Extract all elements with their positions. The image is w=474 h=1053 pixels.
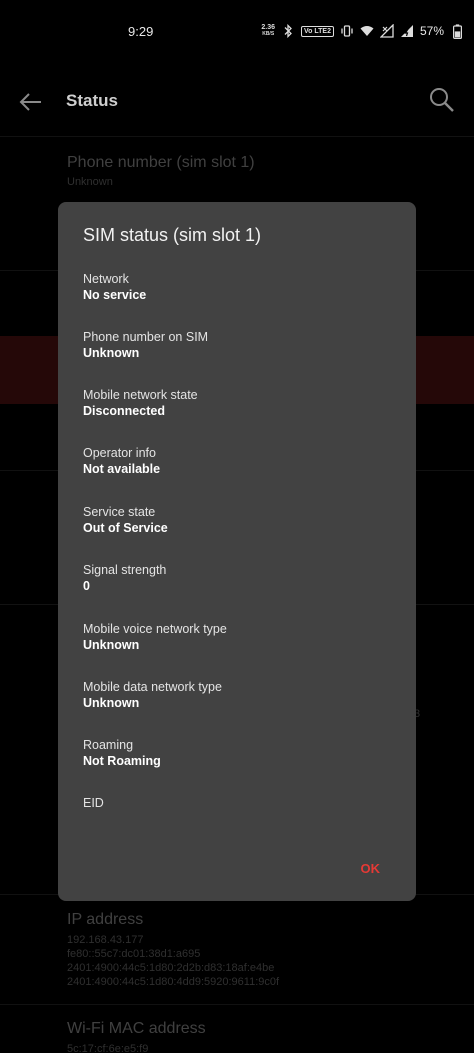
net-speed-value: 2.36 xyxy=(261,24,275,31)
search-button[interactable] xyxy=(426,84,458,116)
list-item-subtitle: 5c:17:cf:6e:e5:f9 xyxy=(67,1043,149,1053)
list-item-subtitle: 2401:4900:44c5:1d80:4dd9:5920:9611:9c0f xyxy=(67,976,280,988)
list-item-title: IP address xyxy=(67,911,144,928)
field-label: Mobile network state xyxy=(83,388,198,402)
field-data-network-type: Mobile data network type Unknown xyxy=(83,679,383,712)
vibrate-icon xyxy=(340,24,354,38)
sim-status-dialog: SIM status (sim slot 1) Network No servi… xyxy=(58,202,416,901)
battery-icon xyxy=(450,23,464,39)
field-value: No service xyxy=(83,288,147,302)
volte-icon: Vo LTE2 xyxy=(301,25,334,37)
field-value: Disconnected xyxy=(83,404,165,418)
field-label: Service state xyxy=(83,505,156,519)
bluetooth-icon xyxy=(281,24,295,38)
status-bar: 9:29 2.36 KB/S Vo LTE2 57% xyxy=(0,0,474,64)
field-label: Mobile voice network type xyxy=(83,622,227,636)
net-speed-unit: KB/S xyxy=(262,31,275,37)
field-label: Network xyxy=(83,272,129,286)
field-signal-strength: Signal strength 0 xyxy=(83,562,383,595)
dialog-title: SIM status (sim slot 1) xyxy=(83,225,262,245)
field-voice-network-type: Mobile voice network type Unknown xyxy=(83,621,383,654)
list-item-subtitle: 2401:4900:44c5:1d80:2d2b:d83:18af:e4be xyxy=(67,962,275,974)
field-value: Unknown xyxy=(83,638,140,652)
charging-icon xyxy=(400,24,414,38)
arrow-back-icon xyxy=(19,93,41,111)
list-item-subtitle: Unknown xyxy=(67,176,113,188)
field-label: Operator info xyxy=(83,446,156,460)
field-label: EID xyxy=(83,796,104,810)
list-item-subtitle: 192.168.43.177 xyxy=(67,934,144,946)
list-item-title: Wi-Fi MAC address xyxy=(67,1020,206,1037)
field-label: Phone number on SIM xyxy=(83,330,209,344)
field-value: 0 xyxy=(83,579,90,593)
search-icon xyxy=(430,88,454,112)
field-label: Signal strength xyxy=(83,563,167,577)
no-signal-icon xyxy=(379,24,394,38)
field-label: Mobile data network type xyxy=(83,680,222,694)
field-label: Roaming xyxy=(83,738,134,752)
field-value: Not Roaming xyxy=(83,754,161,768)
field-value: Unknown xyxy=(83,346,140,360)
page-title: Status xyxy=(66,91,118,110)
divider xyxy=(0,1004,474,1005)
list-item-subtitle: fe80::55c7:dc01:38d1:a695 xyxy=(67,948,201,960)
status-icons: 2.36 KB/S Vo LTE2 57% xyxy=(261,22,464,40)
field-phone-number-on-sim: Phone number on SIM Unknown xyxy=(83,329,383,362)
field-network: Network No service xyxy=(83,271,383,304)
field-value: Not available xyxy=(83,462,161,476)
field-value: Out of Service xyxy=(83,521,168,535)
field-roaming: Roaming Not Roaming xyxy=(83,737,383,770)
list-item-title: Phone number (sim slot 1) xyxy=(67,154,255,171)
back-button[interactable] xyxy=(14,86,46,118)
wifi-icon xyxy=(360,24,374,38)
battery-percent: 57% xyxy=(419,24,444,38)
ok-button[interactable]: OK xyxy=(361,861,381,876)
divider xyxy=(0,136,474,137)
field-value: Unknown xyxy=(83,696,140,710)
net-speed-indicator: 2.36 KB/S xyxy=(261,24,275,38)
status-time: 9:29 xyxy=(128,24,154,39)
app-bar: Status xyxy=(0,72,474,132)
field-mobile-network-state: Mobile network state Disconnected xyxy=(83,387,383,420)
field-eid: EID xyxy=(83,795,383,811)
field-operator-info: Operator info Not available xyxy=(83,445,383,478)
field-service-state: Service state Out of Service xyxy=(83,504,383,537)
